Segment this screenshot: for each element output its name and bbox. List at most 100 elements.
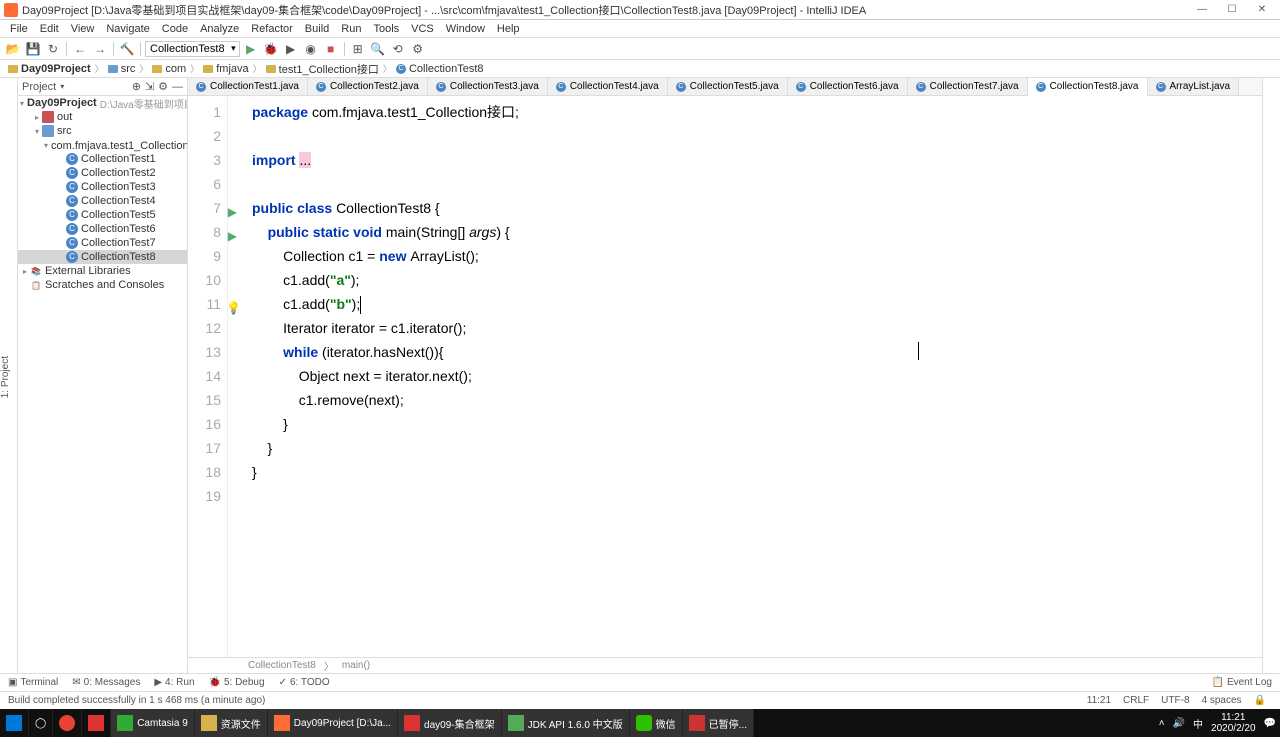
tree-file[interactable]: CCollectionTest5: [18, 208, 187, 222]
code-editor[interactable]: 1 2 3 6 7▶ 8▶ 9 10 11💡 12 13 14 15 16 17…: [188, 96, 1262, 657]
menu-help[interactable]: Help: [491, 23, 526, 35]
messages-tab[interactable]: ✉ 0: Messages: [72, 677, 140, 688]
indent[interactable]: 4 spaces: [1196, 695, 1248, 706]
start-button[interactable]: [0, 709, 29, 737]
tree-file[interactable]: CCollectionTest3: [18, 180, 187, 194]
system-tray[interactable]: ˄ 🔊 中 11:21 2020/2/20 💬: [1159, 712, 1280, 734]
run-config-select[interactable]: CollectionTest8: [145, 41, 240, 57]
crumb-project[interactable]: Day09Project: [4, 63, 95, 75]
tab[interactable]: CCollectionTest1.java: [188, 78, 308, 95]
task-intellij[interactable]: Day09Project [D:\Ja...: [268, 709, 398, 737]
tree-file[interactable]: CCollectionTest6: [18, 222, 187, 236]
tab[interactable]: CCollectionTest6.java: [788, 78, 908, 95]
menu-build[interactable]: Build: [299, 23, 335, 35]
tree-file[interactable]: CCollectionTest1: [18, 152, 187, 166]
project-tree[interactable]: ▾Day09Project D:\Java零基础到项目系 ▸out ▾src ▾…: [18, 96, 187, 673]
crumb-fmjava[interactable]: fmjava: [199, 63, 252, 75]
status-bar: Build completed successfully in 1 s 468 …: [0, 691, 1280, 709]
tree-file[interactable]: CCollectionTest4: [18, 194, 187, 208]
text-cursor: [360, 296, 361, 314]
menu-file[interactable]: File: [4, 23, 34, 35]
secondary-cursor: [918, 342, 919, 360]
coverage-icon[interactable]: ▶: [282, 40, 300, 58]
line-separator[interactable]: CRLF: [1117, 695, 1155, 706]
task-camtasia[interactable]: Camtasia 9: [111, 709, 195, 737]
tab[interactable]: CCollectionTest7.java: [908, 78, 1028, 95]
save-icon[interactable]: 💾: [24, 40, 42, 58]
menu-edit[interactable]: Edit: [34, 23, 65, 35]
tray-volume-icon[interactable]: 🔊: [1173, 718, 1185, 729]
tray-up-icon[interactable]: ˄: [1159, 718, 1165, 729]
maximize-button[interactable]: ☐: [1218, 2, 1246, 18]
toolbar: 📂 💾 ↻ ← → 🔨 CollectionTest8 ▶ 🐞 ▶ ◉ ■ ⊞ …: [0, 38, 1280, 60]
debug-tab[interactable]: 🐞 5: Debug: [209, 677, 265, 688]
tab[interactable]: CCollectionTest3.java: [428, 78, 548, 95]
open-icon[interactable]: 📂: [4, 40, 22, 58]
run-icon[interactable]: ▶: [242, 40, 260, 58]
menu-code[interactable]: Code: [156, 23, 194, 35]
editor-breadcrumb: CollectionTest8〉main(): [188, 657, 1262, 673]
history-icon[interactable]: ⟲: [389, 40, 407, 58]
menu-analyze[interactable]: Analyze: [194, 23, 245, 35]
title-bar: Day09Project [D:\Java零基础到项目实战框架\day09-集合…: [0, 0, 1280, 20]
minimize-button[interactable]: —: [1188, 2, 1216, 18]
structure-icon[interactable]: ⊞: [349, 40, 367, 58]
task-explorer[interactable]: 资源文件: [195, 709, 268, 737]
build-status: Build completed successfully in 1 s 468 …: [8, 695, 265, 706]
search-icon[interactable]: 🔍: [369, 40, 387, 58]
menu-navigate[interactable]: Navigate: [100, 23, 155, 35]
panel-collapse-icon[interactable]: ⇲: [145, 80, 154, 93]
crumb-file[interactable]: CCollectionTest8: [392, 63, 488, 75]
run-tab[interactable]: ▶ 4: Run: [154, 677, 194, 688]
back-icon[interactable]: ←: [71, 40, 89, 58]
menu-run[interactable]: Run: [335, 23, 367, 35]
crumb-com[interactable]: com: [148, 63, 190, 75]
todo-tab[interactable]: ✓ 6: TODO: [279, 677, 330, 688]
event-log-tab[interactable]: 📋 Event Log: [1212, 677, 1273, 688]
panel-hide-icon[interactable]: —: [172, 81, 183, 93]
cursor-position[interactable]: 11:21: [1081, 695, 1117, 706]
tab[interactable]: CArrayList.java: [1148, 78, 1240, 95]
build-icon[interactable]: 🔨: [118, 40, 136, 58]
left-gutter: 1: Project: [0, 78, 18, 673]
task-app[interactable]: [82, 709, 111, 737]
tree-file-active[interactable]: CCollectionTest8: [18, 250, 187, 264]
tab[interactable]: CCollectionTest2.java: [308, 78, 428, 95]
task-paused[interactable]: 已暂停...: [683, 709, 754, 737]
profile-icon[interactable]: ◉: [302, 40, 320, 58]
cortana-icon[interactable]: ◯: [29, 709, 53, 737]
close-button[interactable]: ✕: [1248, 2, 1276, 18]
task-wechat[interactable]: 微信: [630, 709, 683, 737]
crumb-pkg[interactable]: test1_Collection接口: [262, 61, 383, 77]
menu-window[interactable]: Window: [440, 23, 491, 35]
menu-vcs[interactable]: VCS: [405, 23, 440, 35]
settings-icon[interactable]: ⚙: [409, 40, 427, 58]
stop-icon[interactable]: ■: [322, 40, 340, 58]
encoding[interactable]: UTF-8: [1155, 695, 1195, 706]
menu-tools[interactable]: Tools: [367, 23, 405, 35]
refresh-icon[interactable]: ↻: [44, 40, 62, 58]
task-chrome[interactable]: [53, 709, 82, 737]
tray-notification-icon[interactable]: 💬: [1264, 718, 1276, 729]
task-word[interactable]: day09-集合框架: [398, 709, 502, 737]
lock-icon[interactable]: 🔒: [1248, 695, 1272, 706]
tree-file[interactable]: CCollectionTest7: [18, 236, 187, 250]
task-jdk[interactable]: JDK API 1.6.0 中文版: [502, 709, 630, 737]
debug-icon[interactable]: 🐞: [262, 40, 280, 58]
terminal-tab[interactable]: ▣ Terminal: [8, 677, 58, 688]
menu-view[interactable]: View: [65, 23, 101, 35]
panel-gear-icon[interactable]: ⊕: [132, 80, 141, 93]
tray-ime-icon[interactable]: 中: [1193, 716, 1203, 731]
forward-icon[interactable]: →: [91, 40, 109, 58]
editor-tabs: CCollectionTest1.java CCollectionTest2.j…: [188, 78, 1262, 96]
tab-active[interactable]: CCollectionTest8.java: [1028, 78, 1148, 96]
panel-settings-icon[interactable]: ⚙: [158, 80, 168, 93]
crumb-src[interactable]: src: [104, 63, 140, 75]
window-title: Day09Project [D:\Java零基础到项目实战框架\day09-集合…: [22, 2, 1188, 18]
tree-file[interactable]: CCollectionTest2: [18, 166, 187, 180]
project-tool-label[interactable]: 1: Project: [0, 356, 11, 398]
editor-area: CCollectionTest1.java CCollectionTest2.j…: [188, 78, 1262, 673]
tab[interactable]: CCollectionTest4.java: [548, 78, 668, 95]
tab[interactable]: CCollectionTest5.java: [668, 78, 788, 95]
menu-refactor[interactable]: Refactor: [245, 23, 299, 35]
